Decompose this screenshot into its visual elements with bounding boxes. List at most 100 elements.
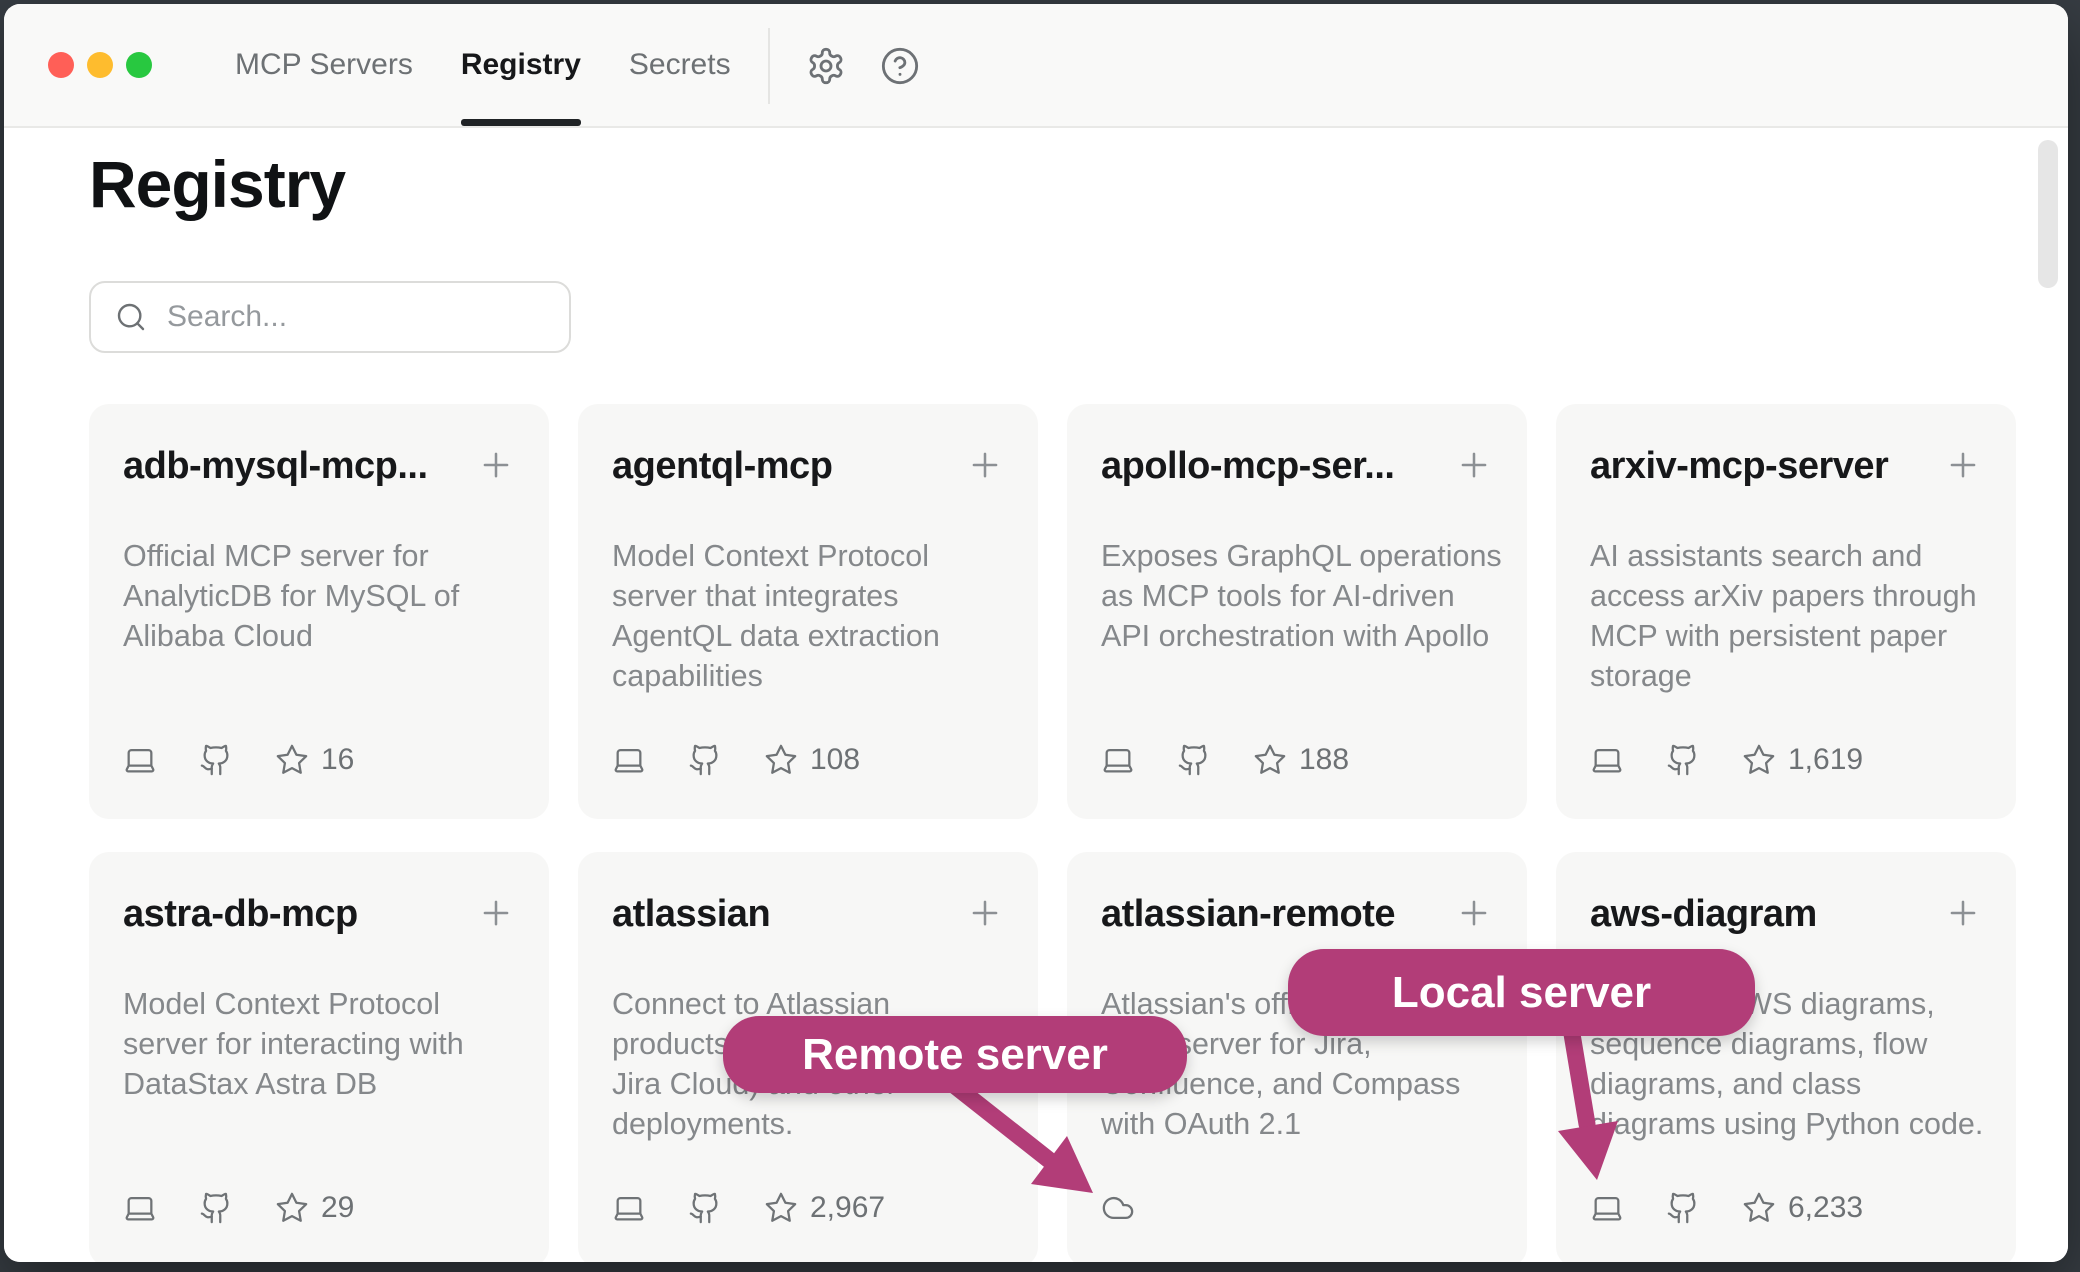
star-rating: 188 xyxy=(1253,743,1349,777)
server-card[interactable]: aws-diagram Generate AWS diagrams, seque… xyxy=(1556,852,2016,1262)
tab-mcp-servers[interactable]: MCP Servers xyxy=(235,4,413,126)
settings-button[interactable] xyxy=(806,46,846,86)
server-type-icons xyxy=(1101,1191,1135,1225)
laptop-icon xyxy=(123,743,157,777)
star-count: 6,233 xyxy=(1788,1191,1863,1225)
server-description: Model Context Protocol server for intera… xyxy=(123,984,515,1104)
server-card[interactable]: astra-db-mcp Model Context Protocol serv… xyxy=(89,852,549,1262)
server-meta: 6,233 xyxy=(1590,1191,1863,1225)
star-count: 29 xyxy=(321,1191,354,1225)
plus-icon xyxy=(966,894,1004,932)
add-server-button[interactable] xyxy=(966,446,1004,487)
github-icon xyxy=(199,743,233,777)
search-icon xyxy=(115,301,147,333)
add-server-button[interactable] xyxy=(1455,446,1493,487)
star-icon xyxy=(1253,743,1287,777)
card-header: adb-mysql-mcp... xyxy=(123,442,515,490)
add-server-button[interactable] xyxy=(1944,446,1982,487)
close-window-button[interactable] xyxy=(48,52,74,78)
plus-icon xyxy=(477,446,515,484)
tab-secrets[interactable]: Secrets xyxy=(629,4,731,126)
server-meta: 2,967 xyxy=(612,1191,885,1225)
server-description: Model Context Protocol server that integ… xyxy=(612,536,1004,696)
tab-label: Registry xyxy=(461,48,581,82)
github-icon xyxy=(1666,1191,1700,1225)
search-input[interactable] xyxy=(167,300,545,334)
server-meta: 1,619 xyxy=(1590,743,1863,777)
star-rating: 2,967 xyxy=(764,1191,885,1225)
zoom-window-button[interactable] xyxy=(126,52,152,78)
plus-icon xyxy=(1944,894,1982,932)
server-meta: 16 xyxy=(123,743,354,777)
traffic-lights xyxy=(48,52,152,78)
server-description: Exposes GraphQL operations as MCP tools … xyxy=(1101,536,1493,656)
laptop-icon xyxy=(1590,1191,1624,1225)
help-icon xyxy=(880,46,920,86)
tab-label: MCP Servers xyxy=(235,48,413,82)
card-header: apollo-mcp-ser... xyxy=(1101,442,1493,490)
star-icon xyxy=(1742,1191,1776,1225)
server-name: aws-diagram xyxy=(1590,890,1817,938)
server-type-icons xyxy=(1590,743,1700,777)
server-name: atlassian xyxy=(612,890,770,938)
minimize-window-button[interactable] xyxy=(87,52,113,78)
add-server-button[interactable] xyxy=(477,894,515,935)
search-box[interactable] xyxy=(89,281,571,353)
server-type-icons xyxy=(123,743,233,777)
star-count: 188 xyxy=(1299,743,1349,777)
page-title: Registry xyxy=(89,146,345,222)
desktop-backdrop: MCP Servers Registry Secrets xyxy=(0,0,2080,1272)
card-header: astra-db-mcp xyxy=(123,890,515,938)
card-header: arxiv-mcp-server xyxy=(1590,442,1982,490)
card-grid: adb-mysql-mcp... Official MCP server for… xyxy=(89,404,2016,1262)
star-icon xyxy=(1742,743,1776,777)
server-card[interactable]: agentql-mcp Model Context Protocol serve… xyxy=(578,404,1038,819)
star-count: 2,967 xyxy=(810,1191,885,1225)
star-icon xyxy=(764,743,798,777)
add-server-button[interactable] xyxy=(477,446,515,487)
cloud-icon xyxy=(1101,1191,1135,1225)
card-header: agentql-mcp xyxy=(612,442,1004,490)
star-rating: 1,619 xyxy=(1742,743,1863,777)
star-count: 108 xyxy=(810,743,860,777)
star-icon xyxy=(275,1191,309,1225)
titlebar: MCP Servers Registry Secrets xyxy=(4,4,2068,128)
card-header: aws-diagram xyxy=(1590,890,1982,938)
server-description: AI assistants search and access arXiv pa… xyxy=(1590,536,1982,696)
laptop-icon xyxy=(123,1191,157,1225)
server-description: Official MCP server for AnalyticDB for M… xyxy=(123,536,515,656)
star-count: 16 xyxy=(321,743,354,777)
help-button[interactable] xyxy=(880,46,920,86)
add-server-button[interactable] xyxy=(1944,894,1982,935)
tab-registry[interactable]: Registry xyxy=(461,4,581,126)
star-icon xyxy=(275,743,309,777)
server-meta xyxy=(1101,1191,1135,1225)
server-type-icons xyxy=(612,743,722,777)
star-count: 1,619 xyxy=(1788,743,1863,777)
laptop-icon xyxy=(612,743,646,777)
server-card[interactable]: adb-mysql-mcp... Official MCP server for… xyxy=(89,404,549,819)
server-type-icons xyxy=(1590,1191,1700,1225)
card-header: atlassian xyxy=(612,890,1004,938)
server-card[interactable]: apollo-mcp-ser... Exposes GraphQL operat… xyxy=(1067,404,1527,819)
star-rating: 16 xyxy=(275,743,354,777)
plus-icon xyxy=(1944,446,1982,484)
server-card[interactable]: arxiv-mcp-server AI assistants search an… xyxy=(1556,404,2016,819)
card-header: atlassian-remote xyxy=(1101,890,1493,938)
plus-icon xyxy=(966,446,1004,484)
star-icon xyxy=(764,1191,798,1225)
plus-icon xyxy=(1455,446,1493,484)
github-icon xyxy=(688,1191,722,1225)
tab-label: Secrets xyxy=(629,48,731,82)
server-meta: 29 xyxy=(123,1191,354,1225)
scrollbar-thumb[interactable] xyxy=(2038,140,2058,288)
server-name: arxiv-mcp-server xyxy=(1590,442,1888,490)
add-server-button[interactable] xyxy=(966,894,1004,935)
add-server-button[interactable] xyxy=(1455,894,1493,935)
server-meta: 108 xyxy=(612,743,860,777)
annotation-remote-server: Remote server xyxy=(723,1016,1187,1093)
github-icon xyxy=(688,743,722,777)
server-name: apollo-mcp-ser... xyxy=(1101,442,1394,490)
plus-icon xyxy=(477,894,515,932)
star-rating: 29 xyxy=(275,1191,354,1225)
